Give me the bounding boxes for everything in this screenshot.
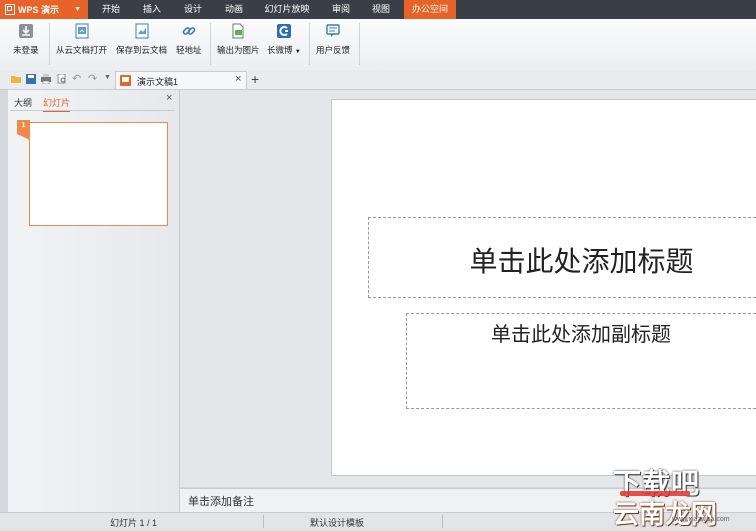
subtitle-placeholder[interactable]: 单击此处添加副标题 bbox=[406, 318, 756, 347]
slide-counter: 幻灯片 1 / 1 bbox=[110, 518, 158, 528]
app-name: WPS 演示 bbox=[18, 5, 60, 15]
save-to-cloud-button[interactable]: 保存到云文档 bbox=[116, 23, 167, 56]
tab-view[interactable]: 视图 bbox=[366, 0, 396, 19]
presentation-file-icon bbox=[120, 75, 131, 86]
tab-insert[interactable]: 插入 bbox=[137, 0, 167, 19]
tab-slideshow[interactable]: 幻灯片放映 bbox=[259, 0, 315, 19]
export-image-button[interactable]: 输出为图片 bbox=[217, 23, 260, 56]
short-link-button[interactable]: 轻地址 bbox=[176, 23, 202, 56]
undo-icon[interactable]: ↶ bbox=[72, 72, 81, 85]
document-title: 演示文稿1 bbox=[137, 77, 179, 87]
save-to-cloud-label: 保存到云文档 bbox=[116, 45, 168, 55]
ribbon-divider bbox=[49, 23, 50, 65]
close-panel-icon[interactable]: × bbox=[166, 92, 172, 104]
feedback-label: 用户反馈 bbox=[316, 45, 351, 55]
panel-divider bbox=[10, 110, 175, 111]
ribbon-divider bbox=[359, 23, 360, 65]
chevron-down-icon: ▼ bbox=[294, 49, 301, 55]
link-icon bbox=[182, 27, 196, 35]
print-icon[interactable] bbox=[41, 74, 51, 84]
status-divider bbox=[263, 515, 264, 528]
redo-icon[interactable]: ↷ bbox=[88, 72, 97, 85]
cloud-save-icon bbox=[135, 23, 148, 39]
watermark-url: www.xiazaiba.com bbox=[672, 516, 730, 523]
document-tab[interactable]: 演示文稿1 × bbox=[115, 71, 247, 89]
feedback-icon bbox=[326, 24, 340, 37]
app-menu-button[interactable]: WPS 演示 ▼ bbox=[0, 0, 88, 19]
status-divider bbox=[442, 515, 443, 528]
chevron-down-icon: ▼ bbox=[74, 6, 81, 13]
login-button[interactable]: 未登录 bbox=[13, 23, 39, 56]
weibo-icon bbox=[276, 24, 291, 38]
short-link-label: 轻地址 bbox=[176, 45, 202, 55]
notes-placeholder[interactable]: 单击添加备注 bbox=[188, 493, 254, 509]
download-icon bbox=[18, 24, 33, 38]
ribbon: 未登录 从云文档打开 保存到云文档 轻地址 输出为图片 长微博 ▼ 用户反馈 bbox=[0, 19, 756, 71]
open-from-cloud-label: 从云文档打开 bbox=[56, 45, 108, 55]
template-name: 默认设计模板 bbox=[310, 518, 365, 528]
close-tab-icon[interactable]: × bbox=[235, 73, 241, 85]
new-tab-button[interactable]: + bbox=[251, 71, 259, 87]
watermark-brand: 云南龙网 bbox=[613, 499, 718, 529]
ribbon-divider bbox=[210, 23, 211, 65]
title-placeholder[interactable]: 单击此处添加标题 bbox=[368, 240, 756, 280]
tab-animation[interactable]: 动画 bbox=[219, 0, 249, 19]
tab-outline[interactable]: 大纲 bbox=[14, 96, 32, 109]
slide-thumbnail[interactable] bbox=[29, 122, 168, 226]
login-label: 未登录 bbox=[13, 45, 39, 55]
long-weibo-label: 长微博 ▼ bbox=[267, 45, 301, 55]
tab-start[interactable]: 开始 bbox=[96, 0, 126, 19]
chevron-down-icon[interactable]: ▼ bbox=[104, 74, 111, 81]
feedback-button[interactable]: 用户反馈 bbox=[316, 23, 350, 56]
long-weibo-button[interactable]: 长微博 ▼ bbox=[267, 23, 301, 56]
open-folder-icon[interactable] bbox=[11, 74, 21, 84]
print-preview-icon[interactable] bbox=[57, 74, 67, 84]
cloud-open-icon bbox=[75, 23, 88, 39]
tab-review[interactable]: 审阅 bbox=[326, 0, 356, 19]
export-image-label: 输出为图片 bbox=[217, 45, 260, 55]
save-icon[interactable] bbox=[26, 74, 36, 84]
document-tab-bar: ↶ ↷ ▼ bbox=[0, 70, 756, 90]
open-from-cloud-button[interactable]: 从云文档打开 bbox=[56, 23, 107, 56]
wps-logo-icon bbox=[5, 4, 15, 15]
ribbon-divider bbox=[309, 23, 310, 65]
tab-design[interactable]: 设计 bbox=[178, 0, 208, 19]
tab-office-space[interactable]: 办公空间 bbox=[404, 0, 456, 19]
export-image-icon bbox=[232, 23, 244, 39]
